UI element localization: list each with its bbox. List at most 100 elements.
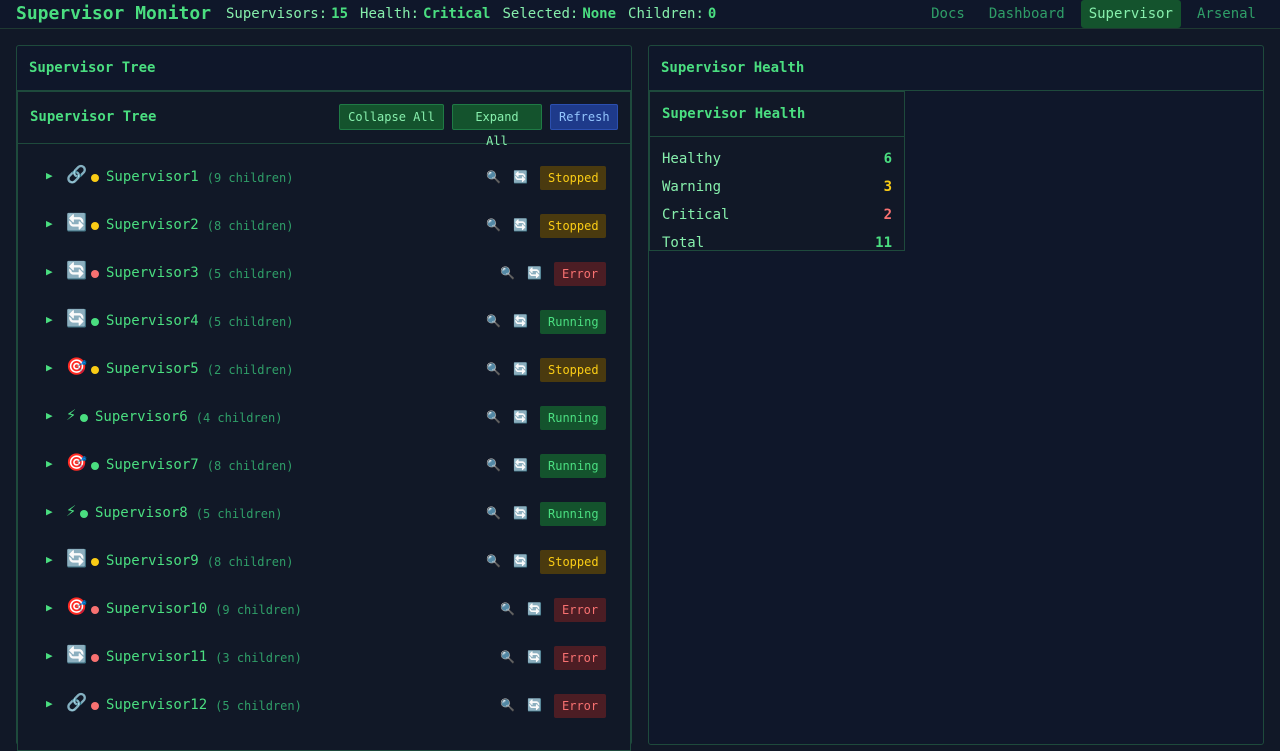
tree-row[interactable]: ▶ ⚡ Supervisor8 (5 children) 🔍 🔄 Running <box>18 490 630 538</box>
tree-row[interactable]: ▶ 🔄 Supervisor11 (3 children) 🔍 🔄 Error <box>18 634 630 682</box>
expand-arrow-icon[interactable]: ▶ <box>46 457 53 470</box>
supervisor-name[interactable]: Supervisor2 <box>106 217 199 233</box>
children-count: (5 children) <box>215 699 302 713</box>
supervisor-name[interactable]: Supervisor9 <box>106 553 199 569</box>
status-badge: Error <box>554 262 606 286</box>
inspect-icon[interactable]: 🔍 <box>500 266 515 280</box>
tree-row[interactable]: ▶ ⚡ Supervisor6 (4 children) 🔍 🔄 Running <box>18 394 630 442</box>
inspect-icon[interactable]: 🔍 <box>486 314 501 328</box>
tree-card-header: Supervisor Tree Collapse All Expand All … <box>18 92 630 148</box>
inspect-icon[interactable]: 🔍 <box>486 458 501 472</box>
restart-icon[interactable]: 🔄 <box>513 362 528 376</box>
tree-row[interactable]: ▶ 🎯 Supervisor5 (2 children) 🔍 🔄 Stopped <box>18 346 630 394</box>
expand-arrow-icon[interactable]: ▶ <box>46 217 53 230</box>
restart-icon[interactable]: 🔄 <box>513 554 528 568</box>
nav-link-docs[interactable]: Docs <box>923 0 973 28</box>
expand-arrow-icon[interactable]: ▶ <box>46 697 53 710</box>
tree-row[interactable]: ▶ 🔄 Supervisor2 (8 children) 🔍 🔄 Stopped <box>18 202 630 250</box>
status-badge: Stopped <box>540 358 606 382</box>
children-count: (9 children) <box>215 603 302 617</box>
supervisor-name[interactable]: Supervisor5 <box>106 361 199 377</box>
inspect-icon[interactable]: 🔍 <box>486 218 501 232</box>
expand-arrow-icon[interactable]: ▶ <box>46 649 53 662</box>
restart-icon[interactable]: 🔄 <box>527 650 542 664</box>
children-count: (5 children) <box>206 267 294 281</box>
restart-icon[interactable]: 🔄 <box>513 506 528 520</box>
nav-link-arsenal[interactable]: Arsenal <box>1189 0 1264 28</box>
stat-value: None <box>582 6 617 22</box>
nav-link-dashboard[interactable]: Dashboard <box>981 0 1073 28</box>
supervisor-health-card: Supervisor Health Healthy 6 Warning 3 Critic… <box>649 91 905 251</box>
app-title: Supervisor Monitor <box>16 3 212 24</box>
expand-arrow-icon[interactable]: ▶ <box>46 313 53 326</box>
inspect-icon[interactable]: 🔍 <box>486 554 501 568</box>
inspect-icon[interactable]: 🔍 <box>500 602 515 616</box>
health-dot <box>91 654 99 662</box>
expand-arrow-icon[interactable]: ▶ <box>46 505 53 518</box>
inspect-icon[interactable]: 🔍 <box>486 410 501 424</box>
tree-row[interactable]: ▶ 🔄 Supervisor9 (8 children) 🔍 🔄 Stopped <box>18 538 630 586</box>
nav-link-supervisor[interactable]: Supervisor <box>1080 0 1181 28</box>
supervisor-name[interactable]: Supervisor11 <box>106 649 207 665</box>
supervisor-name[interactable]: Supervisor10 <box>106 601 207 617</box>
restart-icon[interactable]: 🔄 <box>527 698 542 712</box>
health-dot <box>80 414 88 422</box>
panel-title: Supervisor Tree <box>17 46 631 91</box>
expand-arrow-icon[interactable]: ▶ <box>46 601 53 614</box>
tree-row[interactable]: ▶ 🔄 Supervisor3 (5 children) 🔍 🔄 Error <box>18 250 630 298</box>
supervisor-name[interactable]: Supervisor4 <box>106 313 199 329</box>
health-stat-label: Total <box>662 235 705 251</box>
supervisor-name[interactable]: Supervisor6 <box>95 409 188 425</box>
refresh-button[interactable]: Refresh <box>550 104 618 130</box>
expand-arrow-icon[interactable]: ▶ <box>46 553 53 566</box>
tree-row[interactable]: ▶ 🎯 Supervisor7 (8 children) 🔍 🔄 Running <box>18 442 630 490</box>
supervisor-name[interactable]: Supervisor8 <box>95 505 188 521</box>
stat-selected: Selected: None <box>502 6 616 22</box>
supervisor-name[interactable]: Supervisor12 <box>106 697 207 713</box>
expand-arrow-icon[interactable]: ▶ <box>46 409 53 422</box>
collapse-all-button[interactable]: Collapse All <box>339 104 444 130</box>
target-icon: 🎯 <box>66 453 88 473</box>
restart-icon[interactable]: 🔄 <box>513 314 528 328</box>
stat-value: 15 <box>331 6 349 22</box>
restart-icon[interactable]: 🔄 <box>513 458 528 472</box>
tree-row[interactable]: ▶ 🎯 Supervisor10 (9 children) 🔍 🔄 Error <box>18 586 630 634</box>
health-card-title: Supervisor Health <box>650 92 904 137</box>
cycle-icon: 🔄 <box>66 309 88 329</box>
restart-icon[interactable]: 🔄 <box>513 170 528 184</box>
children-count: (5 children) <box>195 507 283 521</box>
header-stats: Supervisors: 15 Health: Critical Selected:… <box>226 6 728 22</box>
health-stat-row: Total 11 <box>662 235 892 251</box>
restart-icon[interactable]: 🔄 <box>513 218 528 232</box>
inspect-icon[interactable]: 🔍 <box>486 170 501 184</box>
supervisor-name[interactable]: Supervisor7 <box>106 457 199 473</box>
status-badge: Running <box>540 454 606 478</box>
top-nav: Docs Dashboard Supervisor Arsenal <box>915 0 1264 28</box>
tree-row[interactable]: ▶ 🔄 Supervisor4 (5 children) 🔍 🔄 Running <box>18 298 630 346</box>
health-dot <box>91 270 99 278</box>
restart-icon[interactable]: 🔄 <box>527 602 542 616</box>
panel-title: Supervisor Health <box>649 46 1263 91</box>
tree-row[interactable]: ▶ 🔗 Supervisor1 (9 children) 🔍 🔄 Stopped <box>18 154 630 202</box>
inspect-icon[interactable]: 🔍 <box>500 650 515 664</box>
status-badge: Error <box>554 598 606 622</box>
tree-card-title: Supervisor Tree <box>30 109 157 125</box>
restart-icon[interactable]: 🔄 <box>527 266 542 280</box>
inspect-icon[interactable]: 🔍 <box>486 362 501 376</box>
inspect-icon[interactable]: 🔍 <box>486 506 501 520</box>
expand-arrow-icon[interactable]: ▶ <box>46 169 53 182</box>
stat-value: Critical <box>423 6 491 22</box>
health-stat-value: 3 <box>883 179 892 195</box>
health-dot <box>91 606 99 614</box>
inspect-icon[interactable]: 🔍 <box>500 698 515 712</box>
children-count: (8 children) <box>206 459 294 473</box>
children-count: (8 children) <box>206 219 294 233</box>
supervisor-name[interactable]: Supervisor1 <box>106 169 199 185</box>
expand-arrow-icon[interactable]: ▶ <box>46 265 53 278</box>
tree-row[interactable]: ▶ 🔗 Supervisor12 (5 children) 🔍 🔄 Error <box>18 682 630 730</box>
expand-arrow-icon[interactable]: ▶ <box>46 361 53 374</box>
supervisor-name[interactable]: Supervisor3 <box>106 265 199 281</box>
restart-icon[interactable]: 🔄 <box>513 410 528 424</box>
expand-all-button[interactable]: Expand All <box>452 104 542 148</box>
health-dot <box>91 366 99 374</box>
